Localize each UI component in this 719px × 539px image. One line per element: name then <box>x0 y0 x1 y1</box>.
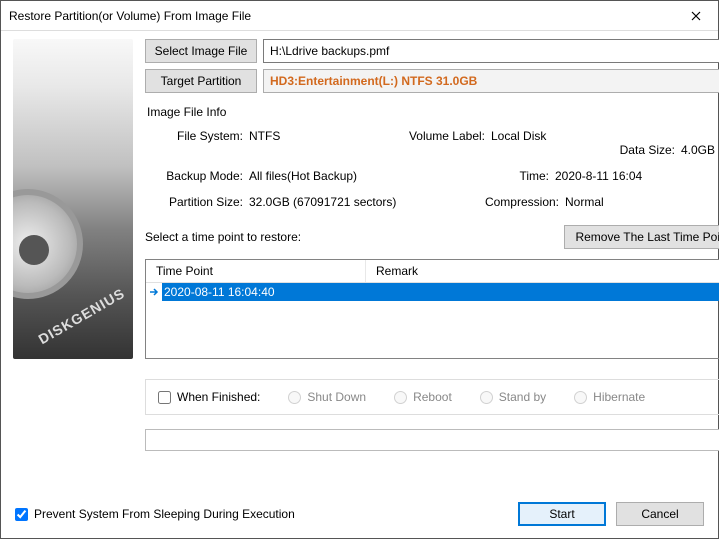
when-finished-checkbox[interactable]: When Finished: <box>158 390 260 404</box>
bm-value: All files(Hot Backup) <box>249 169 513 183</box>
bm-label: Backup Mode: <box>157 169 249 183</box>
info-row-2: Backup Mode: All files(Hot Backup) Time:… <box>145 169 719 183</box>
content-area: DISKGENIUS Select Image File Target Part… <box>1 31 718 491</box>
comp-label: Compression: <box>479 195 565 209</box>
info-row-1: File System: NTFS Volume Label: Local Di… <box>145 129 719 143</box>
select-timepoint-label: Select a time point to restore: <box>145 230 301 244</box>
ps-value: 32.0GB (67091721 sectors) <box>249 195 479 209</box>
dialog-window: Restore Partition(or Volume) From Image … <box>0 0 719 539</box>
vol-value: Local Disk <box>491 129 611 143</box>
reboot-radio[interactable]: Reboot <box>394 390 452 404</box>
footer: Prevent System From Sleeping During Exec… <box>1 490 718 538</box>
ds-label: Data Size: <box>611 143 681 157</box>
close-button[interactable] <box>673 1 718 31</box>
comp-value: Normal <box>565 195 665 209</box>
target-partition-value: HD3:Entertainment(L:) NTFS 31.0GB <box>263 69 719 93</box>
time-label: Time: <box>513 169 555 183</box>
fs-label: File System: <box>157 129 249 143</box>
table-header: Time Point Remark <box>146 260 719 283</box>
info-row-3: Partition Size: 32.0GB (67091721 sectors… <box>145 195 719 209</box>
start-button[interactable]: Start <box>518 502 606 526</box>
standby-radio[interactable]: Stand by <box>480 390 546 404</box>
main-panel: Select Image File Target Partition HD3:E… <box>145 39 719 483</box>
remove-last-timepoint-button[interactable]: Remove The Last Time Point <box>564 225 719 249</box>
image-path-input[interactable] <box>263 39 719 63</box>
ps-label: Partition Size: <box>157 195 249 209</box>
hibernate-radio[interactable]: Hibernate <box>574 390 645 404</box>
vol-label: Volume Label: <box>399 129 491 143</box>
prevent-sleep-checkbox[interactable]: Prevent System From Sleeping During Exec… <box>15 507 295 521</box>
time-value: 2020-8-11 16:04 <box>555 169 715 183</box>
disk-illustration: DISKGENIUS <box>13 39 133 359</box>
fs-value: NTFS <box>249 129 399 143</box>
table-row[interactable]: 2020-08-11 16:04:40 <box>146 283 719 301</box>
col-remark: Remark <box>366 260 719 282</box>
shutdown-radio[interactable]: Shut Down <box>288 390 366 404</box>
target-partition-button[interactable]: Target Partition <box>145 69 257 93</box>
close-icon <box>691 11 701 21</box>
col-timepoint: Time Point <box>146 260 366 282</box>
cancel-button[interactable]: Cancel <box>616 502 704 526</box>
titlebar: Restore Partition(or Volume) From Image … <box>1 1 718 31</box>
select-image-button[interactable]: Select Image File <box>145 39 257 63</box>
timepoint-table[interactable]: Time Point Remark 2020-08-11 16:04:40 <box>145 259 719 359</box>
ds-value: 4.0GB <box>681 143 719 157</box>
row-timepoint: 2020-08-11 16:04:40 <box>162 285 275 299</box>
image-info-title: Image File Info <box>147 105 719 119</box>
arrow-icon <box>146 283 162 301</box>
progress-bar <box>145 429 719 451</box>
when-finished-group: When Finished: Shut Down Reboot Stand by… <box>145 379 719 415</box>
window-title: Restore Partition(or Volume) From Image … <box>9 9 251 23</box>
